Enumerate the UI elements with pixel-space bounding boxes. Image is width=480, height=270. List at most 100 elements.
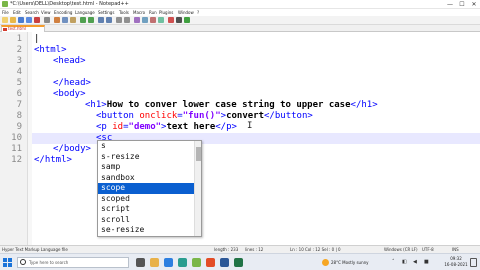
new-file-icon[interactable] (2, 17, 8, 23)
button-text: convert (226, 111, 265, 121)
replace-icon[interactable] (106, 17, 112, 23)
line-number: 11 (11, 144, 22, 154)
code-line-8: <button onclick="fun()">convert</button> (96, 111, 313, 122)
menu-plugins[interactable]: Plugins (159, 9, 173, 16)
editor-area[interactable]: 1 2 3 4 5 6 7 8 9 10 11 12 | <html> <hea… (0, 32, 480, 245)
paste-icon[interactable] (70, 17, 76, 23)
language-icon[interactable]: ■ (424, 259, 429, 266)
minimize-button[interactable]: — (444, 0, 456, 9)
line-number: 8 (16, 111, 22, 121)
undo-icon[interactable] (80, 17, 86, 23)
tab-test-html[interactable]: test.html (1, 25, 45, 32)
line-number: 6 (16, 89, 22, 99)
notification-icon[interactable] (470, 258, 477, 267)
line-number: 9 (16, 122, 22, 132)
edge-icon[interactable] (164, 258, 173, 267)
menu-tools[interactable]: Tools (119, 9, 129, 16)
autocomplete-item[interactable]: se-resize (98, 225, 194, 236)
record-macro-icon[interactable] (168, 17, 174, 23)
menu-run[interactable]: Run (149, 9, 157, 16)
save-icon[interactable] (18, 17, 24, 23)
unsaved-file-icon (3, 28, 7, 31)
volume-icon[interactable]: ◀ (413, 259, 417, 266)
redo-icon[interactable] (88, 17, 94, 23)
sync-scroll-icon[interactable] (134, 17, 140, 23)
windows-start-icon[interactable] (3, 258, 12, 267)
close-button[interactable]: ✕ (468, 0, 480, 9)
copy-icon[interactable] (62, 17, 68, 23)
menu-settings[interactable]: Settings (98, 9, 114, 16)
onclick-value: "fun()" (182, 111, 221, 121)
save-all-icon[interactable] (26, 17, 32, 23)
cut-icon[interactable] (54, 17, 60, 23)
menu-file[interactable]: File (2, 9, 9, 16)
zoom-in-icon[interactable] (116, 17, 122, 23)
find-icon[interactable] (98, 17, 104, 23)
autocomplete-scrollbar[interactable] (194, 141, 201, 236)
h1-open-tag: <h1> (85, 100, 107, 110)
weather-sun-icon[interactable] (322, 259, 329, 266)
show-all-chars-icon[interactable] (150, 17, 156, 23)
autocomplete-item[interactable]: s (98, 141, 194, 152)
line-number: 12 (11, 155, 22, 165)
task-view-icon[interactable] (136, 258, 145, 267)
title-bar: *C:\Users\DELL\Desktop\test.html - Notep… (0, 0, 480, 9)
open-file-icon[interactable] (10, 17, 16, 23)
print-icon[interactable] (44, 17, 50, 23)
head-close-tag: </head> (53, 78, 91, 88)
autocomplete-item[interactable]: scroll (98, 215, 194, 226)
html-open-tag: <html> (34, 45, 67, 55)
line-number: 1 (16, 34, 22, 44)
scrollbar-thumb[interactable] (196, 147, 201, 161)
zoom-out-icon[interactable] (124, 17, 130, 23)
p-text: text here (166, 122, 216, 132)
code-line-6: <body> (53, 89, 86, 100)
autocomplete-item[interactable]: samp (98, 162, 194, 173)
taskbar-clock[interactable]: 09:32 16-08-2021 (444, 256, 468, 268)
word-wrap-icon[interactable] (142, 17, 148, 23)
maximize-button[interactable]: ☐ (456, 0, 468, 9)
word-icon[interactable] (220, 258, 229, 267)
menu-edit[interactable]: Edit (13, 9, 21, 16)
close-file-icon[interactable] (34, 17, 40, 23)
line-number: 7 (16, 100, 22, 110)
menu-encoding[interactable]: Encoding (54, 9, 72, 16)
window-title: *C:\Users\DELL\Desktop\test.html - Notep… (10, 1, 129, 7)
notepadpp-taskbar-icon[interactable] (192, 258, 201, 267)
search-icon (20, 259, 26, 265)
taskbar-search-input[interactable]: Type here to search (17, 257, 129, 268)
onclick-attr: onclick (139, 111, 178, 121)
autocomplete-item[interactable]: sandbox (98, 173, 194, 184)
excel-icon[interactable] (234, 258, 243, 267)
code-line-7: <h1>How to conver lower case string to u… (85, 100, 378, 111)
body-close-tag: </body> (53, 144, 91, 154)
h1-close-tag: </h1> (350, 100, 378, 110)
indent-guide-icon[interactable] (158, 17, 164, 23)
network-icon[interactable]: ◧ (402, 259, 407, 266)
play-macro-icon[interactable] (184, 17, 190, 23)
menu-language[interactable]: Language (75, 9, 95, 16)
p-close-tag: </p> (215, 122, 237, 132)
menu-search[interactable]: Search (25, 9, 39, 16)
head-open-tag: <head> (53, 56, 86, 66)
menu-help[interactable]: ? (197, 9, 199, 16)
menu-window[interactable]: Window (178, 9, 194, 16)
autocomplete-item[interactable]: s-resize (98, 152, 194, 163)
toolbar (0, 16, 480, 25)
mouse-ibeam-icon: I (247, 121, 253, 131)
chrome-icon[interactable] (206, 258, 215, 267)
mail-icon[interactable] (178, 258, 187, 267)
p-open-tag: <p (96, 122, 107, 132)
autocomplete-item[interactable]: script (98, 204, 194, 215)
tab-bar: test.html (0, 25, 480, 32)
autocomplete-list[interactable]: s s-resize samp sandbox scope scoped scr… (97, 140, 202, 237)
code-line-11: </body> (53, 144, 91, 155)
autocomplete-item[interactable]: scoped (98, 194, 194, 205)
chevron-up-icon[interactable]: ˄ (392, 259, 395, 266)
weather-text[interactable]: 28°C Mostly sunny (331, 258, 369, 267)
menu-view[interactable]: View (41, 9, 51, 16)
stop-macro-icon[interactable] (176, 17, 182, 23)
file-explorer-icon[interactable] (150, 258, 159, 267)
menu-macro[interactable]: Macro (133, 9, 145, 16)
autocomplete-item-selected[interactable]: scope (98, 183, 194, 194)
